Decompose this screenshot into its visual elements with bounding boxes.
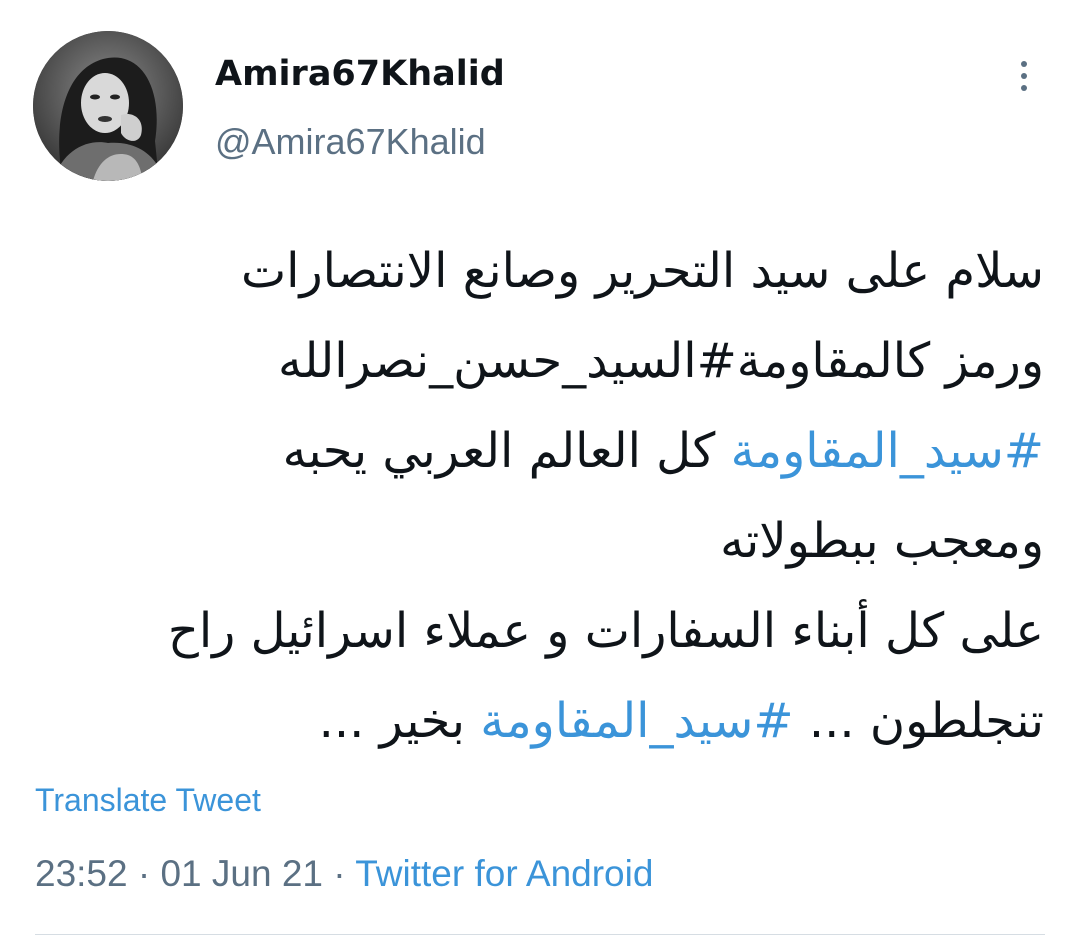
user-handle[interactable]: @Amira67Khalid	[215, 120, 486, 164]
meta-separator: ·	[127, 853, 161, 894]
tweet-source-link[interactable]: Twitter for Android	[355, 853, 653, 894]
tweet-time: 23:52	[35, 853, 128, 894]
tweet-text-line: #سيد_المقاومة كل العالم العربي يحبه	[90, 406, 1044, 496]
tweet-text: سلام على سيد التحرير وصانع الانتصارات ورم…	[90, 226, 1044, 766]
translate-tweet-link[interactable]: Translate Tweet	[35, 780, 261, 820]
divider	[35, 934, 1045, 935]
tweet-text-line: تنجلطون ... #سيد_المقاومة بخير ...	[90, 676, 1044, 766]
tweet-date: 01 Jun 21	[160, 853, 324, 894]
tweet-text-segment: تنجلطون ...	[793, 693, 1044, 749]
hashtag-link[interactable]: #سيد_المقاومة	[480, 693, 793, 749]
hashtag-link[interactable]: #سيد_المقاومة	[731, 423, 1044, 479]
tweet-text-line: ومعجب ببطولاته	[90, 496, 1044, 586]
tweet-text-segment: ورمز كالمقاومة#السيد_حسن_نصرالله	[278, 333, 1044, 389]
meta-separator: ·	[323, 853, 356, 894]
more-options-button[interactable]	[1004, 54, 1044, 98]
tweet-text-segment: كل العالم العربي يحبه	[282, 423, 731, 479]
tweet-text-segment: سلام على سيد التحرير وصانع الانتصارات	[240, 243, 1044, 299]
tweet-text-line: ورمز كالمقاومة#السيد_حسن_نصرالله	[90, 316, 1044, 406]
avatar-photo	[33, 31, 183, 181]
more-vertical-icon	[1021, 85, 1027, 91]
avatar[interactable]	[33, 31, 183, 181]
tweet-text-line: على كل أبناء السفارات و عملاء اسرائيل را…	[90, 586, 1044, 676]
tweet-text-segment: ومعجب ببطولاته	[720, 513, 1044, 569]
more-vertical-icon	[1021, 73, 1027, 79]
display-name[interactable]: Amira67Khalid	[215, 52, 505, 96]
tweet-text-segment: على كل أبناء السفارات و عملاء اسرائيل را…	[167, 603, 1044, 659]
tweet-text-line: سلام على سيد التحرير وصانع الانتصارات	[90, 226, 1044, 316]
more-vertical-icon	[1021, 61, 1027, 67]
tweet-meta: 23:52 · 01 Jun 21 · Twitter for Android	[35, 852, 653, 896]
tweet-text-segment: بخير ...	[318, 693, 481, 749]
